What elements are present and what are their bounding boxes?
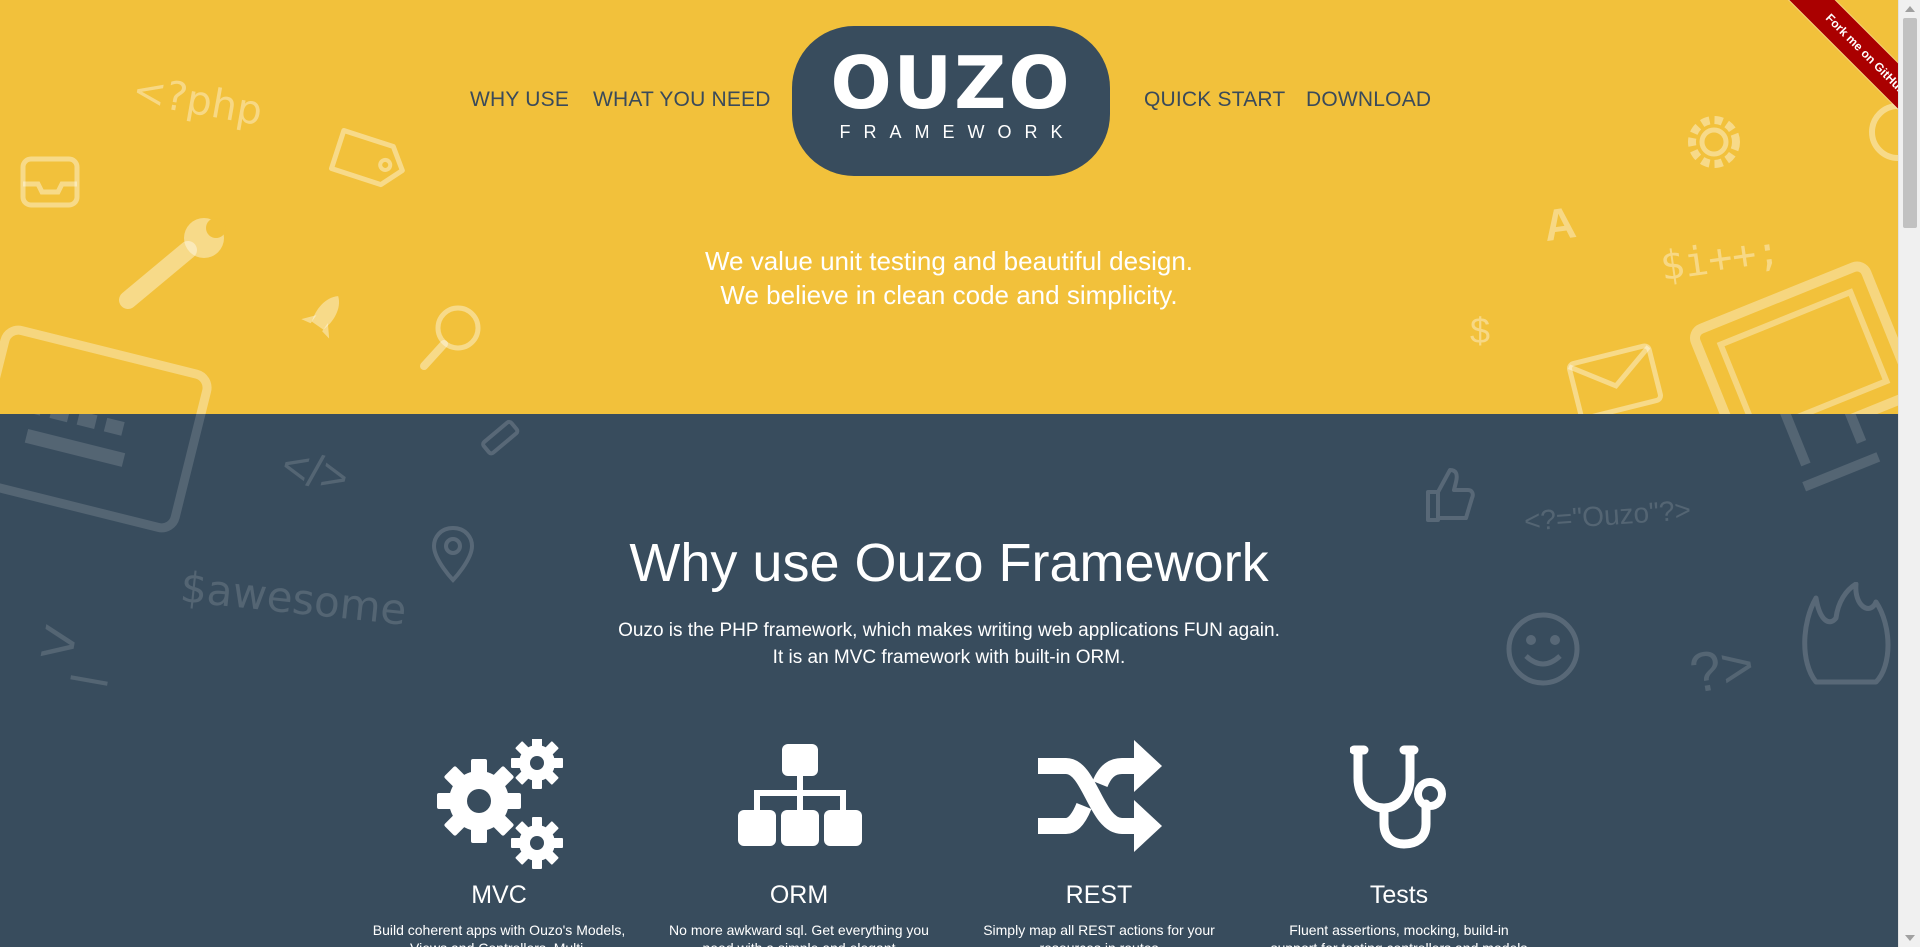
why-description-line-1: Ouzo is the PHP framework, which makes w… (618, 620, 1280, 641)
feature-tests-text: Fluent assertions, mocking, build-in sup… (1271, 922, 1528, 947)
thumbs-up-icon (1426, 468, 1475, 522)
prompt-decoration: >_ (34, 603, 119, 687)
vertical-scrollbar[interactable] (1898, 0, 1920, 947)
github-ribbon[interactable]: Fork me on GitHub (1760, 0, 1898, 138)
page: <?php A $i++; $ WHY USE WHAT YOU NEED OU… (0, 0, 1898, 947)
nav-quick-start[interactable]: QUICK START (1144, 88, 1285, 112)
feature-rest-text: Simply map all REST actions for your res… (983, 922, 1215, 947)
feature-orm-text: No more awkward sql. Get everything you … (669, 922, 929, 947)
why-title: Why use Ouzo Framework (629, 533, 1269, 593)
feature-tests-title: Tests (1369, 881, 1429, 909)
letter-a-decoration: A (1540, 198, 1579, 251)
tag-icon (328, 127, 405, 188)
shuffle-icon (1038, 740, 1162, 852)
feature-orm-title: ORM (769, 881, 829, 909)
monitor-stand-icon (1778, 414, 1881, 492)
why-description-line-2: It is an MVC framework with built-in ORM… (772, 647, 1126, 668)
tagline-line-2: We believe in clean code and simplicity. (720, 280, 1178, 310)
pencil-icon (481, 419, 520, 456)
code-tag-decoration: </> (276, 437, 354, 505)
gear-icon (1688, 116, 1740, 168)
keyboard-icon (0, 325, 212, 414)
github-ribbon-label[interactable]: Fork me on GitHub (1785, 0, 1898, 135)
logo[interactable]: OUZO FRAMEWORK (792, 26, 1110, 176)
logo-subtitle: FRAMEWORK (839, 122, 1076, 142)
inbox-icon (20, 156, 80, 208)
feature-mvc-text: Build coherent apps with Ouzo's Models, … (372, 922, 626, 947)
dollar-decoration: $ (1470, 310, 1491, 351)
scroll-up-arrow-icon[interactable] (1905, 6, 1915, 12)
hero-section: <?php A $i++; $ WHY USE WHAT YOU NEED OU… (0, 0, 1898, 414)
why-section: </> $awesome >_ <?="Ouzo"?> ?> Why use O… (0, 414, 1898, 947)
sitemap-icon (738, 744, 862, 846)
nav-download[interactable]: DOWNLOAD (1306, 88, 1431, 112)
scroll-down-arrow-icon[interactable] (1905, 935, 1915, 941)
stethoscope-icon (1350, 745, 1446, 849)
logo-title: OUZO (830, 41, 1072, 125)
php-tag-decoration: <?php (129, 66, 266, 136)
keyboard-keys-icon (0, 414, 212, 533)
tagline-line-1: We value unit testing and beautiful desi… (704, 246, 1194, 276)
nav-what-you-need[interactable]: WHAT YOU NEED (593, 88, 771, 112)
gears-icon (437, 739, 563, 869)
feature-mvc-title: MVC (471, 881, 527, 909)
scrollbar-thumb[interactable] (1903, 18, 1917, 228)
envelope-icon (1567, 343, 1663, 414)
feature-rest-title: REST (1065, 881, 1133, 909)
nav-why-use[interactable]: WHY USE (470, 88, 569, 112)
